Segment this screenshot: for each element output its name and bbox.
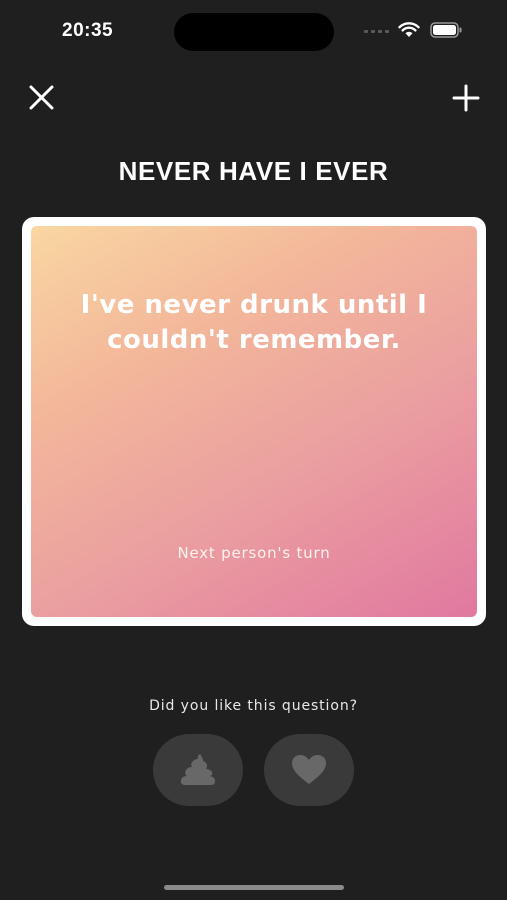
- battery-icon: [430, 22, 462, 38]
- status-time: 20:35: [62, 20, 114, 41]
- next-turn-hint: Next person's turn: [177, 544, 331, 562]
- plus-icon: [452, 84, 480, 112]
- question-card-face: I've never drunk until I couldn't rememb…: [31, 226, 477, 617]
- close-icon: [29, 85, 54, 110]
- page-title: NEVER HAVE I EVER: [118, 156, 389, 186]
- home-indicator[interactable]: [164, 885, 344, 890]
- add-button[interactable]: [450, 82, 482, 114]
- heart-icon: [292, 755, 326, 784]
- question-text: I've never drunk until I couldn't rememb…: [80, 290, 428, 355]
- status-bar: 20:35: [0, 0, 507, 64]
- like-button[interactable]: [264, 734, 354, 806]
- poop-icon: [180, 754, 215, 785]
- dynamic-island: [174, 13, 334, 51]
- wifi-icon: [398, 22, 420, 37]
- close-button[interactable]: [26, 82, 58, 114]
- question-card[interactable]: I've never drunk until I couldn't rememb…: [22, 217, 486, 626]
- feedback-prompt: Did you like this question?: [149, 698, 358, 714]
- signal-icon: [364, 30, 389, 33]
- dislike-button[interactable]: [153, 734, 243, 806]
